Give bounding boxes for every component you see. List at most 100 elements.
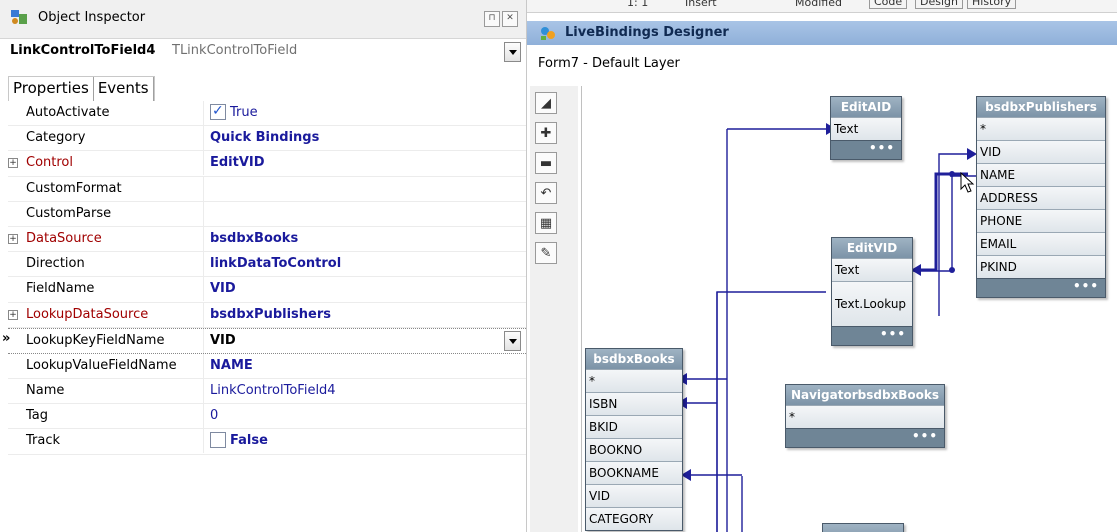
object-inspector-title: Object Inspector xyxy=(38,10,146,25)
component-selector[interactable]: LinkControlToField4 TLinkControlToField xyxy=(6,40,526,64)
property-row[interactable]: + DataSource bsdbxBooks xyxy=(8,226,526,253)
property-name: LookupValueFieldName xyxy=(26,357,177,373)
property-value[interactable]: 0 xyxy=(210,408,218,423)
wand-icon[interactable]: ✎ xyxy=(535,242,557,264)
property-grid: AutoActivate True Category Quick Bindings + C… xyxy=(2,101,526,455)
property-value[interactable]: False xyxy=(230,433,268,448)
selected-row-marker: » xyxy=(2,330,11,346)
expand-icon[interactable]: + xyxy=(8,309,18,320)
pin-icon[interactable]: ⊓ xyxy=(484,11,500,27)
livebindings-designer-titlebar: LiveBindings Designer xyxy=(527,21,1117,45)
tab-code[interactable]: Code xyxy=(869,0,908,9)
property-value[interactable]: VID xyxy=(210,333,236,348)
node-field[interactable]: BOOKNO xyxy=(586,438,682,461)
node-field[interactable]: NAME xyxy=(977,163,1105,186)
property-name: Category xyxy=(26,130,86,146)
property-name: CustomFormat xyxy=(26,180,122,196)
property-value[interactable]: bsdbxBooks xyxy=(210,231,298,246)
tab-events[interactable]: Events xyxy=(94,77,154,101)
node-bsdbxbooks[interactable]: bsdbxBooks * ISBN BKID BOOKNO BOOKNAME V… xyxy=(585,348,683,531)
livebindings-icon xyxy=(541,27,555,40)
property-row[interactable]: CustomParse xyxy=(8,201,526,227)
property-name: LookupKeyFieldName xyxy=(26,332,165,348)
property-row[interactable]: Track False xyxy=(8,429,526,455)
connector-dot xyxy=(949,171,955,177)
property-name: Track xyxy=(26,433,61,449)
property-name: CustomParse xyxy=(26,205,112,221)
mouse-cursor-icon xyxy=(960,172,975,193)
node-editvid[interactable]: EditVID Text Text.Lookup ••• xyxy=(831,237,913,346)
tab-properties[interactable]: Properties xyxy=(9,77,94,101)
node-field[interactable]: CATEGORY xyxy=(586,507,682,530)
designer-toolbar: ◢ ✚ ▬ ↶ ▦ ✎ xyxy=(530,86,578,532)
zoom-out-icon[interactable]: ▬ xyxy=(535,152,557,174)
property-value[interactable]: LinkControlToField4 xyxy=(210,383,336,398)
node-bsdbxpublishers[interactable]: bsdbxPublishers * VID NAME ADDRESS PHONE… xyxy=(976,96,1106,298)
tab-design[interactable]: Design xyxy=(915,0,963,9)
property-value[interactable]: bsdbxPublishers xyxy=(210,307,331,322)
undo-icon[interactable]: ↶ xyxy=(535,182,557,204)
property-name: DataSource xyxy=(26,230,102,246)
layer-label: Form7 - Default Layer xyxy=(538,56,680,71)
node-menu-button[interactable]: ••• xyxy=(977,278,1105,297)
node-field[interactable]: VID xyxy=(977,140,1105,163)
property-row[interactable]: FieldName VID xyxy=(8,277,526,303)
node-title: EditVID xyxy=(832,238,912,258)
expand-icon[interactable]: + xyxy=(8,233,18,244)
node-menu-button[interactable]: ••• xyxy=(831,140,901,159)
node-field[interactable]: EMAIL xyxy=(977,232,1105,255)
node-field[interactable]: PHONE xyxy=(977,209,1105,232)
node-field[interactable]: BOOKNAME xyxy=(586,461,682,484)
fit-icon[interactable]: ◢ xyxy=(535,92,557,114)
node-field[interactable]: VID xyxy=(586,484,682,507)
component-dropdown-button[interactable] xyxy=(504,42,521,62)
property-row[interactable]: + Control EditVID xyxy=(8,151,526,177)
property-name: Name xyxy=(26,383,65,399)
property-row[interactable]: + LookupDataSource bsdbxPublishers xyxy=(8,302,526,328)
property-row[interactable]: Category Quick Bindings xyxy=(8,126,526,152)
property-row[interactable]: Tag 0 xyxy=(8,404,526,430)
property-value[interactable]: NAME xyxy=(210,358,253,373)
checkbox[interactable] xyxy=(210,103,226,120)
node-field-text[interactable]: Text xyxy=(832,258,912,281)
property-name: Tag xyxy=(26,408,49,424)
property-row[interactable]: AutoActivate True xyxy=(8,101,526,127)
node-field[interactable]: * xyxy=(977,117,1105,140)
designer-canvas[interactable]: EditAID Text ••• bsdbxPublishers * VID N… xyxy=(581,86,1117,532)
node-field[interactable]: BKID xyxy=(586,415,682,438)
node-field[interactable]: PKIND xyxy=(977,255,1105,278)
close-icon[interactable]: ✕ xyxy=(502,11,518,27)
node-menu-button[interactable]: ••• xyxy=(786,428,944,447)
property-value[interactable]: True xyxy=(230,105,258,120)
node-partial[interactable] xyxy=(822,523,904,532)
property-name: LookupDataSource xyxy=(26,306,149,322)
tab-history[interactable]: History xyxy=(967,0,1017,9)
node-field[interactable]: ADDRESS xyxy=(977,186,1105,209)
property-row[interactable]: Direction linkDataToControl xyxy=(8,252,526,278)
designer-title: LiveBindings Designer xyxy=(565,25,729,40)
property-value[interactable]: VID xyxy=(210,281,236,296)
node-title: EditAID xyxy=(831,97,901,117)
zoom-in-icon[interactable]: ✚ xyxy=(535,122,557,144)
property-value[interactable]: linkDataToControl xyxy=(210,256,341,271)
node-field[interactable]: * xyxy=(586,369,682,392)
property-row[interactable]: LookupValueFieldName NAME xyxy=(8,353,526,380)
property-row[interactable]: CustomFormat xyxy=(8,176,526,202)
layers-icon[interactable]: ▦ xyxy=(535,212,557,234)
property-value[interactable]: Quick Bindings xyxy=(210,130,319,145)
checkbox[interactable] xyxy=(210,432,226,449)
node-editaid[interactable]: EditAID Text ••• xyxy=(830,96,902,160)
cursor-position: 1: 1 xyxy=(627,0,649,9)
node-field[interactable]: ISBN xyxy=(586,392,682,415)
node-navigatorbsdbxbooks[interactable]: NavigatorbsdbxBooks * ••• xyxy=(785,384,945,448)
node-field-text[interactable]: Text xyxy=(831,117,901,140)
property-row[interactable]: » LookupKeyFieldName VID xyxy=(2,327,526,354)
expand-icon[interactable]: + xyxy=(8,158,18,169)
node-menu-button[interactable]: ••• xyxy=(832,326,912,345)
editor-status-strip: 1: 1 Insert Modified Code Design History xyxy=(527,0,1117,13)
node-field-text-lookup[interactable]: Text.Lookup xyxy=(832,281,912,326)
value-dropdown-button[interactable] xyxy=(504,330,521,351)
property-row[interactable]: Name LinkControlToField4 xyxy=(8,379,526,405)
property-value[interactable]: EditVID xyxy=(210,155,265,170)
node-field[interactable]: * xyxy=(786,405,944,428)
